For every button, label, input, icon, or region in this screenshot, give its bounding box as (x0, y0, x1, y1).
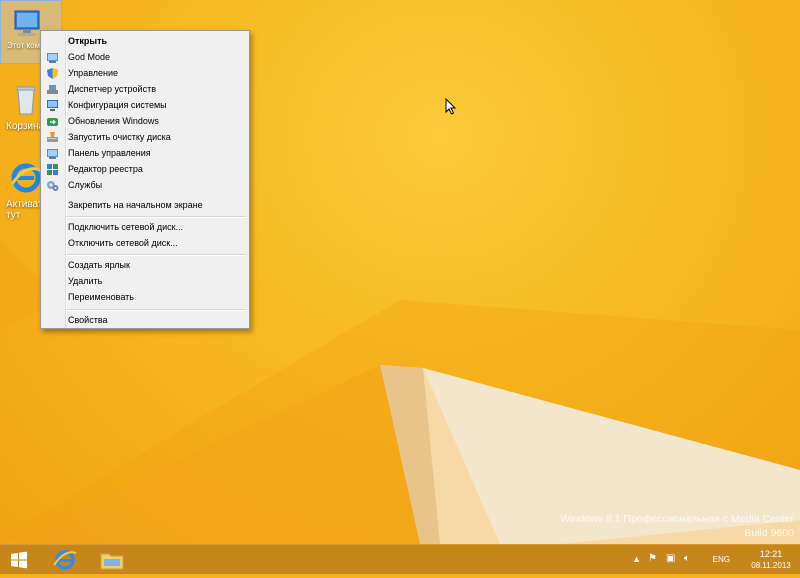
menu-item-services[interactable]: Службы (43, 178, 247, 193)
volume-icon[interactable]: 🔈︎ (684, 553, 690, 564)
menu-item-label: Отключить сетевой диск... (68, 238, 178, 248)
device-manager-icon (47, 85, 58, 94)
taskbar-internet-explorer[interactable] (50, 547, 80, 573)
clock-date: 08.11.2013 (751, 561, 791, 570)
menu-item-label: Диспетчер устройств (68, 84, 156, 94)
shield-icon (47, 68, 58, 79)
menu-item-label: Панель управления (68, 148, 151, 158)
menu-item-label: Открыть (68, 36, 108, 46)
menu-item-disk-cleanup[interactable]: Запустить очистку диска (43, 130, 247, 145)
disk-cleanup-icon (47, 132, 58, 142)
menu-item-label: Подключить сетевой диск... (68, 222, 184, 232)
menu-item-disconnect-network-drive[interactable]: Отключить сетевой диск... (43, 236, 247, 251)
network-icon[interactable]: ▣ (666, 553, 675, 564)
services-icon (47, 181, 59, 191)
menu-item-label: Переименовать (68, 292, 134, 302)
desktop[interactable]: Этот компьютер Корзина Активат тут Откры… (0, 0, 800, 544)
menu-item-pin-start[interactable]: Закрепить на начальном экране (43, 198, 247, 213)
internet-explorer-icon (10, 163, 41, 193)
menu-item-label: Управление (68, 68, 119, 78)
watermark-build: Build 9600 (744, 527, 794, 539)
menu-item-device-manager[interactable]: Диспетчер устройств (43, 82, 247, 97)
system-tray: ▲ ⚑ ▣ 🔈︎ ENG 12:21 08.11.2013 (630, 545, 800, 575)
mouse-cursor-icon (445, 98, 457, 115)
menu-item-label: Закрепить на начальном экране (68, 200, 203, 210)
menu-item-properties[interactable]: Свойства (43, 313, 247, 328)
menu-item-label: Обновления Windows (68, 116, 159, 126)
windows-logo-icon (11, 551, 27, 569)
menu-item-system-config[interactable]: Конфигурация системы (43, 98, 247, 113)
internet-explorer-icon (53, 550, 77, 570)
menu-item-registry-editor[interactable]: Редактор реестра (43, 162, 247, 177)
registry-icon (47, 164, 58, 175)
menu-item-manage[interactable]: Управление (43, 66, 247, 81)
language-indicator[interactable]: ENG (713, 555, 730, 564)
taskbar: ▲ ⚑ ▣ 🔈︎ ENG 12:21 08.11.2013 (0, 544, 800, 574)
control-panel-icon (47, 149, 58, 159)
windows-update-icon (47, 118, 58, 126)
monitor-icon (47, 100, 58, 111)
control-panel-icon (47, 53, 58, 63)
clock-time: 12:21 (759, 549, 783, 559)
menu-item-label: Конфигурация системы (68, 100, 167, 110)
watermark-edition: Windows 8.1 Профессиональная с Media Cen… (560, 513, 794, 525)
menu-item-label: Свойства (68, 315, 108, 325)
menu-item-label: Редактор реестра (68, 164, 143, 174)
menu-item-create-shortcut[interactable]: Создать ярлык (43, 258, 247, 273)
context-menu: Открыть God Mode Управление Диспетчер ус… (40, 30, 250, 329)
recycle-bin-icon (16, 86, 36, 115)
menu-item-windows-update[interactable]: Обновления Windows (43, 114, 247, 129)
menu-item-label: Службы (68, 180, 103, 190)
clock[interactable]: 12:21 08.11.2013 (746, 548, 796, 572)
menu-separator (66, 309, 246, 311)
action-center-flag-icon[interactable]: ⚑ (648, 553, 657, 564)
taskbar-file-explorer[interactable] (96, 547, 128, 573)
menu-item-delete[interactable]: Удалить (43, 274, 247, 289)
menu-item-god-mode[interactable]: God Mode (43, 50, 247, 65)
menu-item-map-network-drive[interactable]: Подключить сетевой диск... (43, 220, 247, 235)
menu-item-label: God Mode (68, 52, 111, 62)
menu-item-rename[interactable]: Переименовать (43, 290, 247, 305)
windows-watermark: Windows 8.1 Профессиональная с Media Cen… (560, 512, 794, 540)
menu-item-control-panel[interactable]: Панель управления (43, 146, 247, 161)
menu-item-label: Удалить (68, 276, 103, 286)
menu-item-label: Создать ярлык (68, 260, 130, 270)
start-button[interactable] (6, 547, 32, 573)
menu-separator (66, 254, 246, 256)
menu-item-label: Запустить очистку диска (68, 132, 171, 142)
show-hidden-icons-icon[interactable]: ▲ (632, 554, 641, 564)
menu-separator (66, 216, 246, 218)
menu-item-open[interactable]: Открыть (43, 34, 247, 49)
folder-icon (100, 553, 124, 570)
